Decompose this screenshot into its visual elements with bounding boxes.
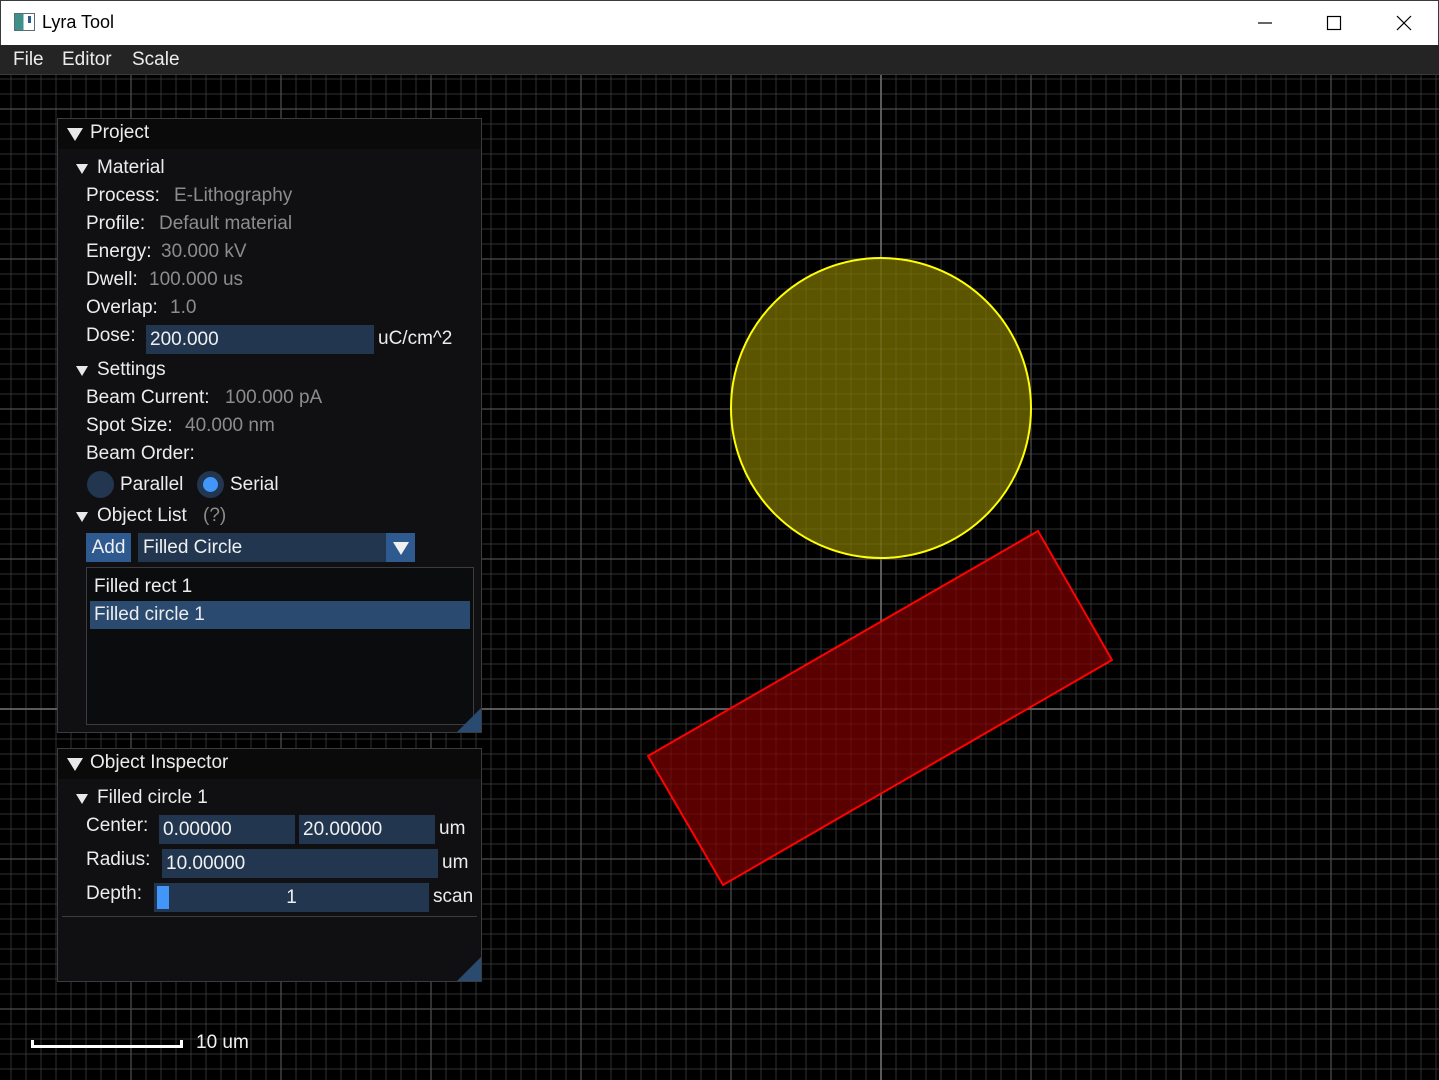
depth-unit: scan — [433, 886, 474, 907]
add-object-button[interactable]: Add — [86, 533, 131, 562]
dose-input[interactable]: 200.000 — [146, 325, 374, 354]
collapse-arrow-icon[interactable] — [67, 758, 83, 771]
overlap-value: 1.0 — [170, 297, 197, 318]
process-label: Process: — [86, 185, 160, 206]
app-icon — [14, 13, 35, 31]
center-y-input[interactable]: 20.00000 — [299, 815, 435, 844]
depth-value: 1 — [286, 887, 297, 908]
collapse-arrow-icon[interactable] — [76, 794, 88, 804]
menu-file[interactable]: File — [13, 49, 44, 71]
beam-current-value: 100.000 pA — [225, 387, 323, 408]
object-listbox[interactable]: Filled rect 1 Filled circle 1 — [86, 567, 474, 725]
beam-current-label: Beam Current: — [86, 387, 210, 408]
inspector-panel: Object Inspector Filled circle 1 Center:… — [57, 748, 482, 982]
center-label: Center: — [86, 815, 149, 836]
serial-radio[interactable] — [197, 471, 224, 498]
inspector-panel-header[interactable]: Object Inspector — [58, 749, 481, 779]
process-value: E-Lithography — [174, 185, 293, 206]
radius-input[interactable]: 10.00000 — [162, 849, 438, 878]
dwell-label: Dwell: — [86, 269, 138, 290]
settings-header[interactable]: Settings — [97, 359, 166, 381]
profile-label: Profile: — [86, 213, 146, 234]
material-header[interactable]: Material — [97, 157, 165, 179]
dwell-value: 100.000 us — [149, 269, 244, 290]
menu-editor[interactable]: Editor — [62, 49, 112, 71]
depth-label: Depth: — [86, 883, 142, 904]
object-type-value: Filled Circle — [143, 537, 243, 558]
radio-selected-dot — [203, 477, 218, 492]
collapse-arrow-icon[interactable] — [76, 512, 88, 522]
project-panel-header[interactable]: Project — [58, 119, 481, 149]
close-button[interactable] — [1369, 1, 1439, 45]
scale-bar-tick — [180, 1040, 183, 1048]
maximize-button[interactable] — [1299, 1, 1369, 45]
maximize-icon — [1326, 15, 1342, 31]
parallel-radio-label[interactable]: Parallel — [120, 474, 183, 496]
project-panel: Project Material Process: E-Lithography … — [57, 118, 482, 733]
object-list-header[interactable]: Object List — [97, 505, 187, 527]
radius-label: Radius: — [86, 849, 151, 870]
window-title: Lyra Tool — [42, 12, 115, 32]
depth-slider[interactable]: 1 — [154, 883, 429, 912]
center-x-input[interactable]: 0.00000 — [159, 815, 295, 844]
scale-bar-tick — [31, 1040, 34, 1048]
radius-unit: um — [442, 852, 469, 873]
scale-bar-label: 10 um — [196, 1032, 249, 1053]
parallel-radio[interactable] — [87, 471, 114, 498]
dose-label: Dose: — [86, 325, 136, 346]
resize-grip[interactable] — [457, 957, 481, 981]
list-item[interactable]: Filled rect 1 — [90, 573, 470, 601]
energy-value: 30.000 kV — [161, 241, 247, 262]
collapse-arrow-icon[interactable] — [76, 164, 88, 174]
title-bar: Lyra Tool — [0, 0, 1439, 45]
profile-value: Default material — [159, 213, 293, 234]
minimize-button[interactable] — [1230, 1, 1300, 45]
menu-scale[interactable]: Scale — [132, 49, 180, 71]
beam-order-label: Beam Order: — [86, 443, 195, 464]
menu-bar: File Editor Scale — [0, 45, 1439, 75]
minimize-icon — [1258, 22, 1272, 24]
resize-grip[interactable] — [457, 708, 481, 732]
object-type-combo[interactable]: Filled Circle — [138, 533, 415, 562]
serial-radio-label[interactable]: Serial — [230, 474, 279, 496]
energy-label: Energy: — [86, 241, 152, 262]
separator — [62, 916, 477, 917]
panel-title: Object Inspector — [90, 752, 229, 773]
spot-size-value: 40.000 nm — [185, 415, 275, 436]
panel-title: Project — [90, 122, 150, 143]
collapse-arrow-icon[interactable] — [67, 128, 83, 141]
dose-unit: uC/cm^2 — [378, 328, 453, 349]
list-item-selected[interactable]: Filled circle 1 — [90, 601, 470, 629]
object-header[interactable]: Filled circle 1 — [97, 787, 208, 809]
overlap-label: Overlap: — [86, 297, 158, 318]
collapse-arrow-icon[interactable] — [76, 366, 88, 376]
scale-bar — [31, 1045, 183, 1048]
spot-size-label: Spot Size: — [86, 415, 173, 436]
center-unit: um — [439, 818, 466, 839]
chevron-down-icon[interactable] — [386, 533, 415, 562]
help-marker[interactable]: (?) — [203, 505, 226, 527]
close-icon — [1396, 15, 1412, 31]
